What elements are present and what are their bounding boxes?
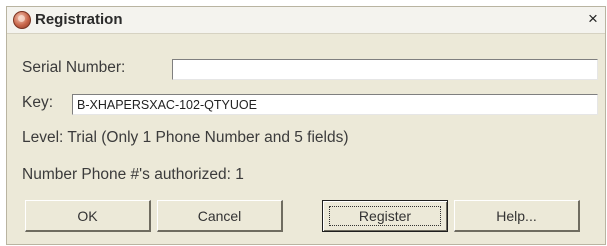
serial-number-label: Serial Number:: [22, 59, 126, 76]
close-icon[interactable]: ×: [583, 9, 603, 29]
key-input[interactable]: [72, 94, 598, 115]
cancel-button[interactable]: Cancel: [157, 200, 283, 232]
level-text: Level: Trial (Only 1 Phone Number and 5 …: [22, 129, 349, 146]
ok-button[interactable]: OK: [25, 200, 151, 232]
help-button[interactable]: Help...: [454, 200, 580, 232]
registration-dialog: Registration × Serial Number: Key: Level…: [6, 6, 606, 245]
dialog-title: Registration: [35, 11, 123, 28]
key-label: Key:: [22, 94, 54, 111]
register-button[interactable]: Register: [322, 200, 448, 232]
title-bar: Registration ×: [7, 7, 605, 34]
serial-number-input[interactable]: [172, 59, 598, 80]
registration-app-icon: [13, 11, 31, 29]
authorized-count-text: Number Phone #'s authorized: 1: [22, 166, 244, 183]
focus-rectangle: [329, 206, 441, 226]
